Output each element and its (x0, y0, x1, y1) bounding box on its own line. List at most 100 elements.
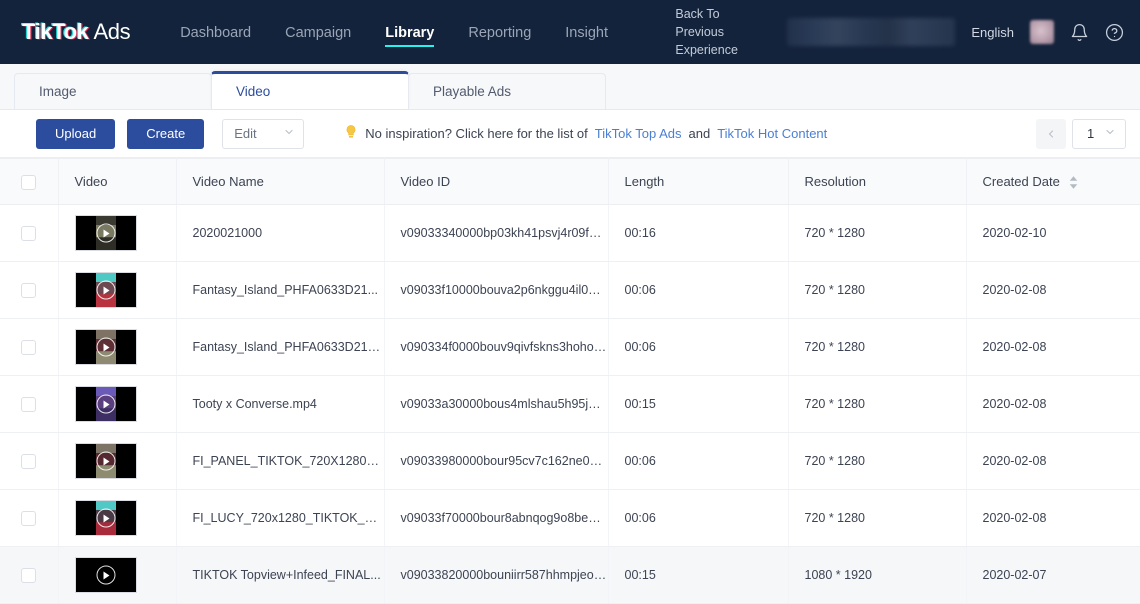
video-thumbnail[interactable] (74, 329, 137, 365)
column-header-video-name[interactable]: Video Name (176, 158, 385, 205)
play-icon[interactable] (96, 337, 115, 357)
video-id-cell: v090334f0000bouv9qivfskns3hoho6g (384, 318, 609, 376)
logo-ads-text: Ads (93, 19, 131, 44)
select-all-checkbox[interactable] (21, 174, 37, 190)
column-header-resolution[interactable]: Resolution (788, 158, 967, 205)
video-thumbnail[interactable] (74, 272, 137, 308)
row-checkbox[interactable] (21, 225, 37, 241)
nav-item-dashboard[interactable]: Dashboard (180, 5, 251, 59)
play-icon[interactable] (96, 508, 115, 528)
pagination-control: 1 (1036, 118, 1126, 149)
nav-item-campaign[interactable]: Campaign (285, 5, 351, 59)
tiktok-hot-content-link[interactable]: TikTok Hot Content (717, 126, 827, 141)
table-body: 2020021000 v09033340000bp03kh41psvj4r09f1… (0, 204, 1140, 604)
row-checkbox[interactable] (21, 396, 37, 412)
prev-page-button[interactable] (1036, 118, 1066, 149)
row-checkbox[interactable] (21, 282, 37, 298)
video-id-cell: v09033a30000bous4mlshau5h95j4vjg (384, 375, 609, 433)
table-row[interactable]: FI_PANEL_TIKTOK_720X1280_V... v0903398000… (0, 432, 1140, 490)
video-name-cell: 2020021000 (176, 204, 385, 262)
video-length-cell: 00:06 (608, 318, 789, 376)
play-icon[interactable] (96, 565, 115, 585)
column-header-video[interactable]: Video (58, 158, 177, 205)
sort-arrows-icon[interactable] (1069, 174, 1078, 189)
video-thumbnail-cell (58, 546, 177, 604)
row-select-cell (0, 546, 59, 604)
language-selector[interactable]: English (971, 25, 1014, 40)
video-resolution-cell: 720 * 1280 (788, 375, 967, 433)
row-checkbox[interactable] (21, 567, 37, 583)
avatar[interactable] (1030, 20, 1054, 44)
row-select-cell (0, 375, 59, 433)
table-row[interactable]: TIKTOK Topview+Infeed_FINAL... v090338200… (0, 546, 1140, 604)
row-select-cell (0, 489, 59, 547)
video-thumbnail[interactable] (74, 443, 137, 479)
table-row[interactable]: 2020021000 v09033340000bp03kh41psvj4r09f1… (0, 204, 1140, 262)
video-thumbnail[interactable] (74, 215, 137, 251)
video-id-cell: v09033980000bour95cv7c162ne0d8d0 (384, 432, 609, 490)
hint-text-prefix: No inspiration? Click here for the list … (365, 126, 588, 141)
tab-playable-ads[interactable]: Playable Ads (408, 73, 606, 109)
account-selector-redacted[interactable] (787, 18, 956, 46)
help-circle-icon[interactable] (1105, 23, 1124, 42)
row-checkbox[interactable] (21, 339, 37, 355)
inspiration-hint: No inspiration? Click here for the list … (344, 125, 827, 142)
play-icon[interactable] (96, 394, 115, 414)
video-thumbnail-cell (58, 432, 177, 490)
video-created-date-cell: 2020-02-07 (966, 546, 1140, 604)
table-header-row: Video Video Name Video ID Length Resolut… (0, 158, 1140, 205)
play-icon[interactable] (96, 451, 115, 471)
row-checkbox[interactable] (21, 453, 37, 469)
column-header-select-all (0, 158, 59, 205)
video-thumbnail[interactable] (74, 500, 137, 536)
table-row[interactable]: FI_LUCY_720x1280_TIKTOK_VA... v09033f7000… (0, 489, 1140, 547)
video-name-cell: FI_LUCY_720x1280_TIKTOK_VA... (176, 489, 385, 547)
table-row[interactable]: Fantasy_Island_PHFA0633D217... v090334f00… (0, 318, 1140, 376)
lightbulb-icon (344, 125, 358, 142)
video-id-cell: v09033f10000bouva2p6nkggu4il0h8g (384, 261, 609, 319)
nav-item-insight[interactable]: Insight (565, 5, 608, 59)
back-to-previous-experience-link[interactable]: Back To Previous Experience (675, 5, 771, 59)
table-header: Video Video Name Video ID Length Resolut… (0, 158, 1140, 205)
page-number-select[interactable]: 1 (1072, 118, 1126, 149)
video-resolution-cell: 720 * 1280 (788, 432, 967, 490)
tiktok-top-ads-link[interactable]: TikTok Top Ads (595, 126, 682, 141)
video-name-cell: Fantasy_Island_PHFA0633D21... (176, 261, 385, 319)
upload-button[interactable]: Upload (36, 118, 116, 149)
tab-image[interactable]: Image (14, 73, 212, 109)
column-header-video-id[interactable]: Video ID (384, 158, 609, 205)
row-select-cell (0, 432, 59, 490)
play-icon[interactable] (96, 280, 115, 300)
create-button[interactable]: Create (127, 118, 205, 149)
row-checkbox[interactable] (21, 510, 37, 526)
row-select-cell (0, 261, 59, 319)
video-length-cell: 00:15 (608, 375, 789, 433)
play-icon[interactable] (96, 223, 115, 243)
column-header-created-date[interactable]: Created Date (966, 158, 1140, 205)
hint-conjunction: and (688, 126, 711, 141)
edit-dropdown[interactable]: Edit (222, 118, 305, 149)
column-header-length[interactable]: Length (608, 158, 789, 205)
table-row[interactable]: Fantasy_Island_PHFA0633D21... v09033f1000… (0, 261, 1140, 319)
chevron-down-icon (1104, 126, 1116, 141)
row-select-cell (0, 318, 59, 376)
video-length-cell: 00:06 (608, 489, 789, 547)
bell-icon[interactable] (1070, 23, 1089, 42)
video-length-cell: 00:15 (608, 546, 789, 604)
tiktok-ads-logo[interactable]: TikTok Ads (22, 19, 131, 45)
video-created-date-cell: 2020-02-10 (966, 204, 1140, 262)
nav-item-library[interactable]: Library (385, 5, 435, 59)
video-thumbnail[interactable] (74, 557, 137, 593)
table-row[interactable]: Tooty x Converse.mp4 v09033a30000bous4mls… (0, 375, 1140, 433)
video-thumbnail-cell (58, 261, 177, 319)
library-toolbar: Upload Create Edit No inspiration? Click… (0, 110, 1140, 158)
current-page-value: 1 (1087, 126, 1095, 141)
tab-video[interactable]: Video (211, 71, 409, 109)
edit-dropdown-label: Edit (234, 126, 257, 141)
nav-item-reporting[interactable]: Reporting (468, 5, 531, 59)
video-thumbnail[interactable] (74, 386, 137, 422)
video-resolution-cell: 720 * 1280 (788, 204, 967, 262)
video-resolution-cell: 720 * 1280 (788, 261, 967, 319)
video-name-cell: Tooty x Converse.mp4 (176, 375, 385, 433)
video-created-date-cell: 2020-02-08 (966, 489, 1140, 547)
